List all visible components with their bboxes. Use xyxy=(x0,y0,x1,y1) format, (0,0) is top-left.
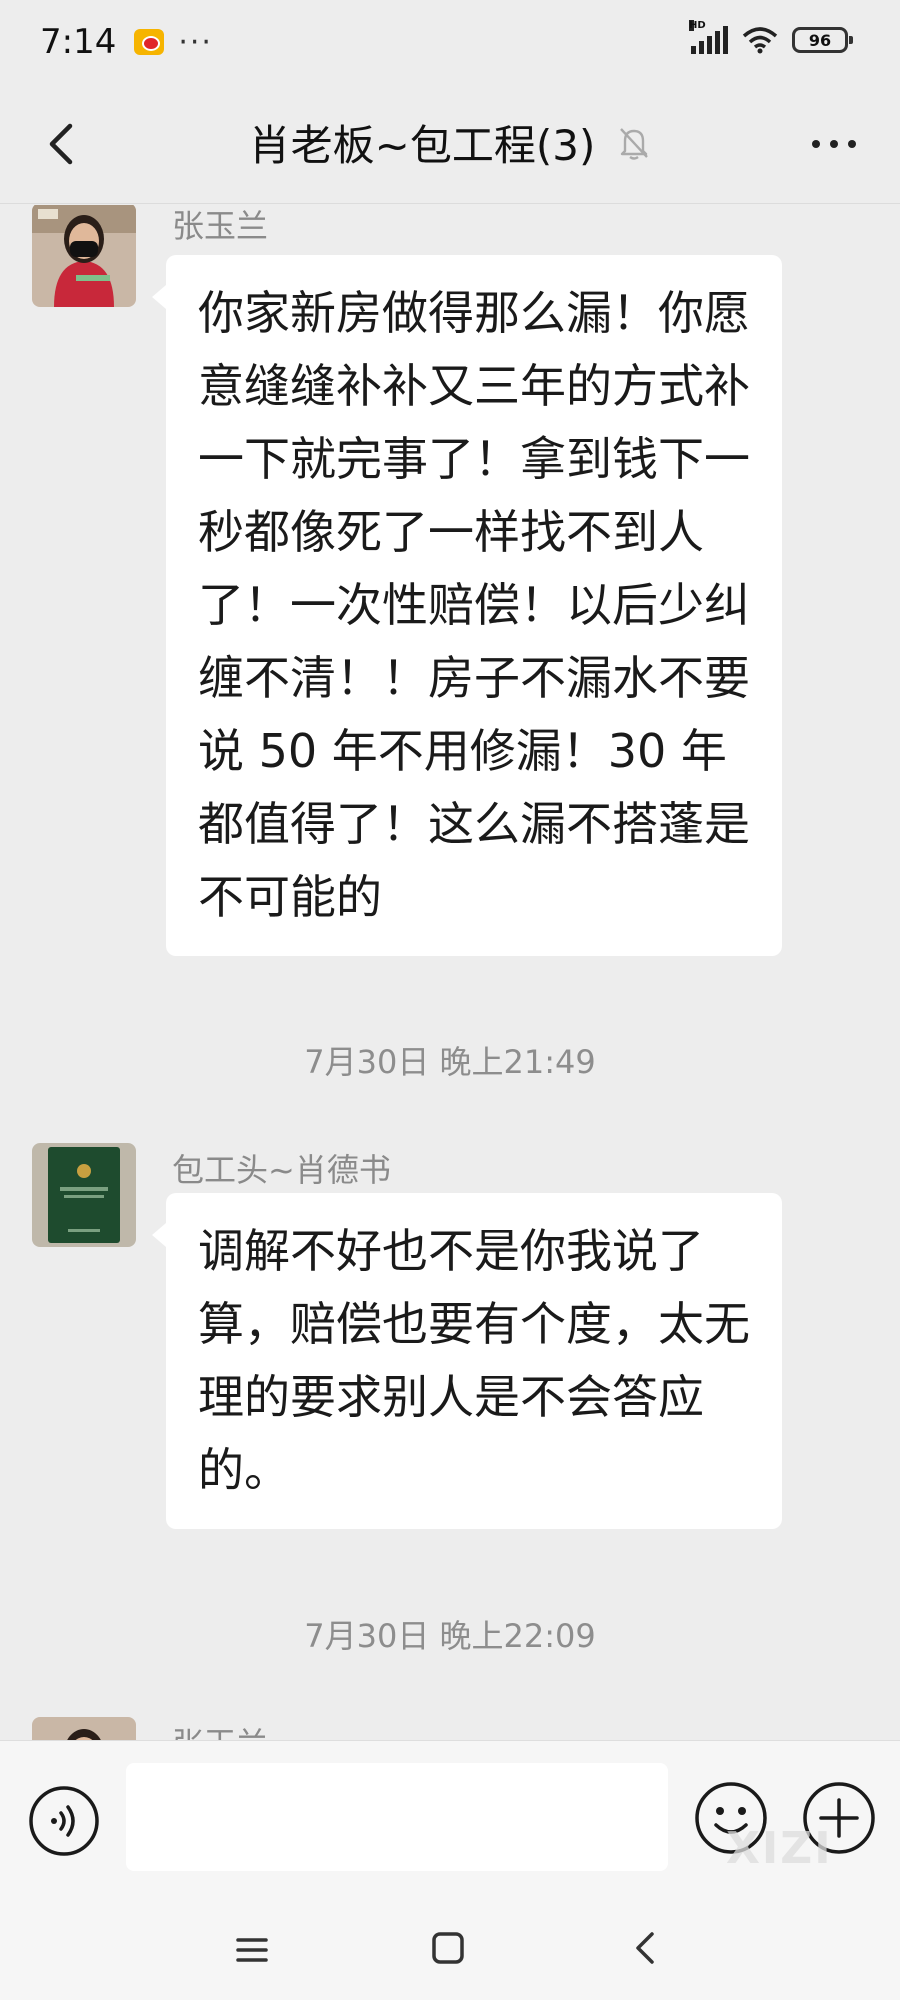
watermark: XIZI xyxy=(726,1823,833,1874)
sender-name: 包工头~肖德书 xyxy=(172,1151,391,1189)
system-nav-bar xyxy=(0,1900,900,2000)
more-options-button[interactable] xyxy=(804,124,864,164)
network-label: HD xyxy=(689,20,706,31)
chat-title: 肖老板~包工程(3) xyxy=(248,121,596,170)
status-time: 7:14 xyxy=(40,22,117,62)
avatar[interactable] xyxy=(32,1143,136,1247)
avatar[interactable] xyxy=(32,205,136,307)
message-list[interactable]: 张玉兰 你家新房做得那么漏！你愿意缝缝补补又三年的方式补一下就完事了！拿到钱下一… xyxy=(0,205,900,1740)
timestamp: 7月30日 晚上22:09 xyxy=(304,1617,596,1655)
more-dots-icon xyxy=(812,140,820,148)
status-indicators: HD 96 xyxy=(689,20,853,54)
message-bubble[interactable]: 你家新房做得那么漏！你愿意缝缝补补又三年的方式补一下就完事了！拿到钱下一秒都像死… xyxy=(152,255,782,956)
menu-icon[interactable] xyxy=(232,1930,272,1970)
status-bar: 7:14 ··· HD 96 xyxy=(0,0,900,84)
input-bar: XIZI xyxy=(0,1740,900,1900)
more-notifications-indicator: ··· xyxy=(178,24,213,60)
bell-off-icon xyxy=(620,127,649,160)
back-triangle-icon[interactable] xyxy=(626,1928,666,1968)
voice-icon[interactable] xyxy=(28,1785,100,1857)
avatar[interactable] xyxy=(32,1717,136,1740)
signal-icon: HD xyxy=(689,20,728,54)
battery-icon: 96 xyxy=(792,27,853,53)
chat-header: 肖老板~包工程(3) xyxy=(0,84,900,204)
message-bubble[interactable]: 调解不好也不是你我说了算，赔偿也要有个度，太无理的要求别人是不会答应的。 xyxy=(152,1193,782,1529)
weibo-notification-icon xyxy=(134,29,165,55)
sender-name: 张玉兰 xyxy=(172,1719,268,1740)
battery-level: 96 xyxy=(808,30,832,50)
wifi-icon xyxy=(742,27,778,54)
sender-name: 张玉兰 xyxy=(172,207,269,245)
home-square-icon[interactable] xyxy=(428,1928,468,1968)
timestamp: 7月30日 晚上21:49 xyxy=(304,1043,596,1081)
chat-title-wrapper: 肖老板~包工程(3) xyxy=(0,112,900,173)
message-input[interactable] xyxy=(126,1763,668,1871)
